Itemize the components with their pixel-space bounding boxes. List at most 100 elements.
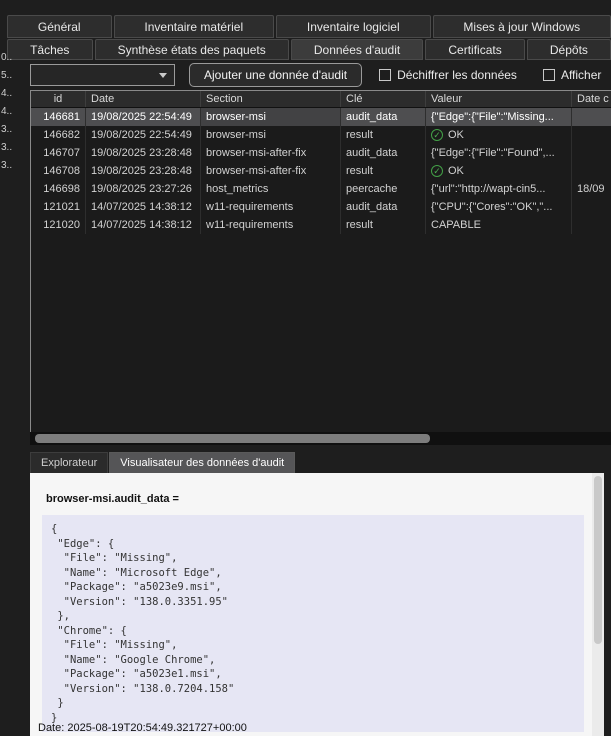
tab-donnees-audit[interactable]: Données d'audit [291,39,424,60]
cell-value: {"CPU":{"Cores":"OK","... [426,198,572,216]
left-clipped-text: 0.. [1,49,28,67]
cell-key: result [341,162,426,180]
col-header-date2[interactable]: Date c [572,91,611,107]
cell-section: browser-msi [201,126,341,144]
vertical-scrollbar[interactable] [592,473,604,736]
col-header-value[interactable]: Valeur [426,91,572,107]
cell-section: browser-msi-after-fix [201,144,341,162]
cell-section: w11-requirements [201,198,341,216]
left-clipped-text: 5.. [1,67,28,85]
cell-key: audit_data [341,198,426,216]
cell-date: 14/07/2025 14:38:12 [86,216,201,234]
audit-toolbar: Ajouter une donnée d'audit Déchiffrer le… [30,61,611,89]
cell-id: 121021 [31,198,86,216]
cell-value: ✓ OK [426,126,572,144]
cell-date: 19/08/2025 23:27:26 [86,180,201,198]
horizontal-scrollbar[interactable] [30,432,611,445]
table-row[interactable]: 146707 19/08/2025 23:28:48 browser-msi-a… [31,144,611,162]
main-tab-bar: Général Inventaire matériel Inventaire l… [7,15,611,38]
left-clipped-text: 4.. [1,103,28,121]
checkbox-label: Déchiffrer les données [397,68,517,82]
decrypt-checkbox[interactable]: Déchiffrer les données [379,68,517,82]
left-clipped-column: 0.. 5.. 4.. 4.. 3.. 3.. 3.. [1,49,28,175]
tab-general[interactable]: Général [7,15,112,38]
ok-check-icon: ✓ [431,129,443,141]
cell-key: result [341,216,426,234]
cell-date2 [572,198,611,216]
cell-key: peercache [341,180,426,198]
table-row[interactable]: 146682 19/08/2025 22:54:49 browser-msi r… [31,126,611,144]
table-row[interactable]: 146681 19/08/2025 22:54:49 browser-msi a… [31,108,611,126]
left-clipped-text: 4.. [1,85,28,103]
cell-id: 121020 [31,216,86,234]
cell-value-text: OK [448,129,464,141]
cell-key: audit_data [341,108,426,126]
cell-date: 19/08/2025 23:28:48 [86,144,201,162]
cell-date2 [572,144,611,162]
checkbox-label: Afficher [561,68,601,82]
tab-certificats[interactable]: Certificats [425,39,525,60]
tab-inventaire-materiel[interactable]: Inventaire matériel [114,15,275,38]
cell-id: 146682 [31,126,86,144]
tab-mises-a-jour-windows[interactable]: Mises à jour Windows [433,15,611,38]
cell-date: 19/08/2025 22:54:49 [86,108,201,126]
audit-json-content: { "Edge": { "File": "Missing", "Name": "… [42,515,584,732]
show-checkbox[interactable]: Afficher [543,68,601,82]
cell-value: {"url":"http://wapt-cin5... [426,180,572,198]
tab-synthese-etats-des-paquets[interactable]: Synthèse états des paquets [95,39,289,60]
col-header-section[interactable]: Section [201,91,341,107]
cell-date2 [572,162,611,180]
cell-value-text: OK [448,165,464,177]
cell-date2 [572,216,611,234]
cell-value: {"Edge":{"File":"Missing... [426,108,572,126]
grid-header: id Date Section Clé Valeur Date c [31,91,611,108]
col-header-key[interactable]: Clé [341,91,426,107]
table-row[interactable]: 146698 19/08/2025 23:27:26 host_metrics … [31,180,611,198]
left-clipped-text: 3.. [1,121,28,139]
cell-value: {"Edge":{"File":"Found",... [426,144,572,162]
checkbox-icon [543,69,555,81]
audit-data-viewer-panel: browser-msi.audit_data = { "Edge": { "Fi… [30,473,604,736]
cell-date2 [572,108,611,126]
cell-key: audit_data [341,144,426,162]
vertical-scrollbar-thumb[interactable] [594,476,602,644]
cell-id: 146681 [31,108,86,126]
table-row[interactable]: 121021 14/07/2025 14:38:12 w11-requireme… [31,198,611,216]
left-clipped-text: 3.. [1,157,28,175]
table-row[interactable]: 121020 14/07/2025 14:38:12 w11-requireme… [31,216,611,234]
viewer-date: Date: 2025-08-19T20:54:49.321727+00:00 [38,722,247,734]
tab-inventaire-logiciel[interactable]: Inventaire logiciel [276,15,431,38]
viewer-tab-bar: Explorateur Visualisateur des données d'… [30,452,295,473]
cell-date: 19/08/2025 22:54:49 [86,126,201,144]
cell-section: browser-msi-after-fix [201,162,341,180]
tab-visualisateur-donnees-audit[interactable]: Visualisateur des données d'audit [109,452,295,473]
cell-section: browser-msi [201,108,341,126]
chevron-down-icon [159,73,167,78]
add-audit-data-button[interactable]: Ajouter une donnée d'audit [189,63,362,87]
cell-id: 146698 [31,180,86,198]
cell-section: w11-requirements [201,216,341,234]
audit-data-grid: id Date Section Clé Valeur Date c 146681… [30,90,611,432]
cell-id: 146708 [31,162,86,180]
filter-select[interactable] [30,64,175,86]
cell-value: CAPABLE [426,216,572,234]
horizontal-scrollbar-thumb[interactable] [35,434,430,443]
cell-value: ✓ OK [426,162,572,180]
cell-id: 146707 [31,144,86,162]
checkbox-icon [379,69,391,81]
cell-date2: 18/09 [572,180,611,198]
cell-key: result [341,126,426,144]
cell-date: 19/08/2025 23:28:48 [86,162,201,180]
table-row[interactable]: 146708 19/08/2025 23:28:48 browser-msi-a… [31,162,611,180]
ok-check-icon: ✓ [431,165,443,177]
viewer-title: browser-msi.audit_data = [46,493,604,505]
cell-date: 14/07/2025 14:38:12 [86,198,201,216]
cell-section: host_metrics [201,180,341,198]
col-header-id[interactable]: id [31,91,86,107]
tab-depots[interactable]: Dépôts [527,39,611,60]
secondary-tab-bar: Tâches Synthèse états des paquets Donnée… [7,39,611,60]
left-clipped-text: 3.. [1,139,28,157]
cell-date2 [572,126,611,144]
tab-explorateur[interactable]: Explorateur [30,452,108,473]
col-header-date[interactable]: Date [86,91,201,107]
